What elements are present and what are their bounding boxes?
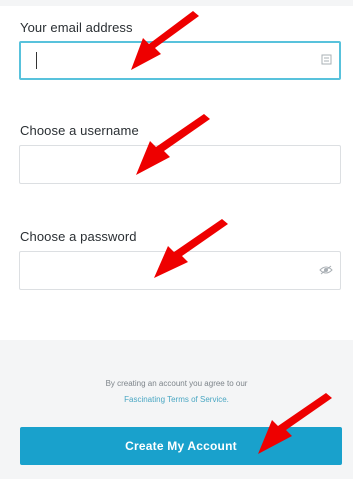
red-arrow-icon [131,11,199,70]
email-label: Your email address [20,20,133,35]
eye-icon[interactable] [319,264,333,278]
password-label: Choose a password [20,229,137,244]
card-icon [321,54,332,68]
username-label: Choose a username [20,123,139,138]
top-strip [0,0,353,6]
red-arrow-icon [136,114,210,175]
red-arrow-icon [258,393,332,454]
terms-text: By creating an account you agree to our [105,379,248,388]
red-arrow-icon [154,219,228,278]
signup-panel: Your email address Choose a username Cho… [0,0,353,479]
